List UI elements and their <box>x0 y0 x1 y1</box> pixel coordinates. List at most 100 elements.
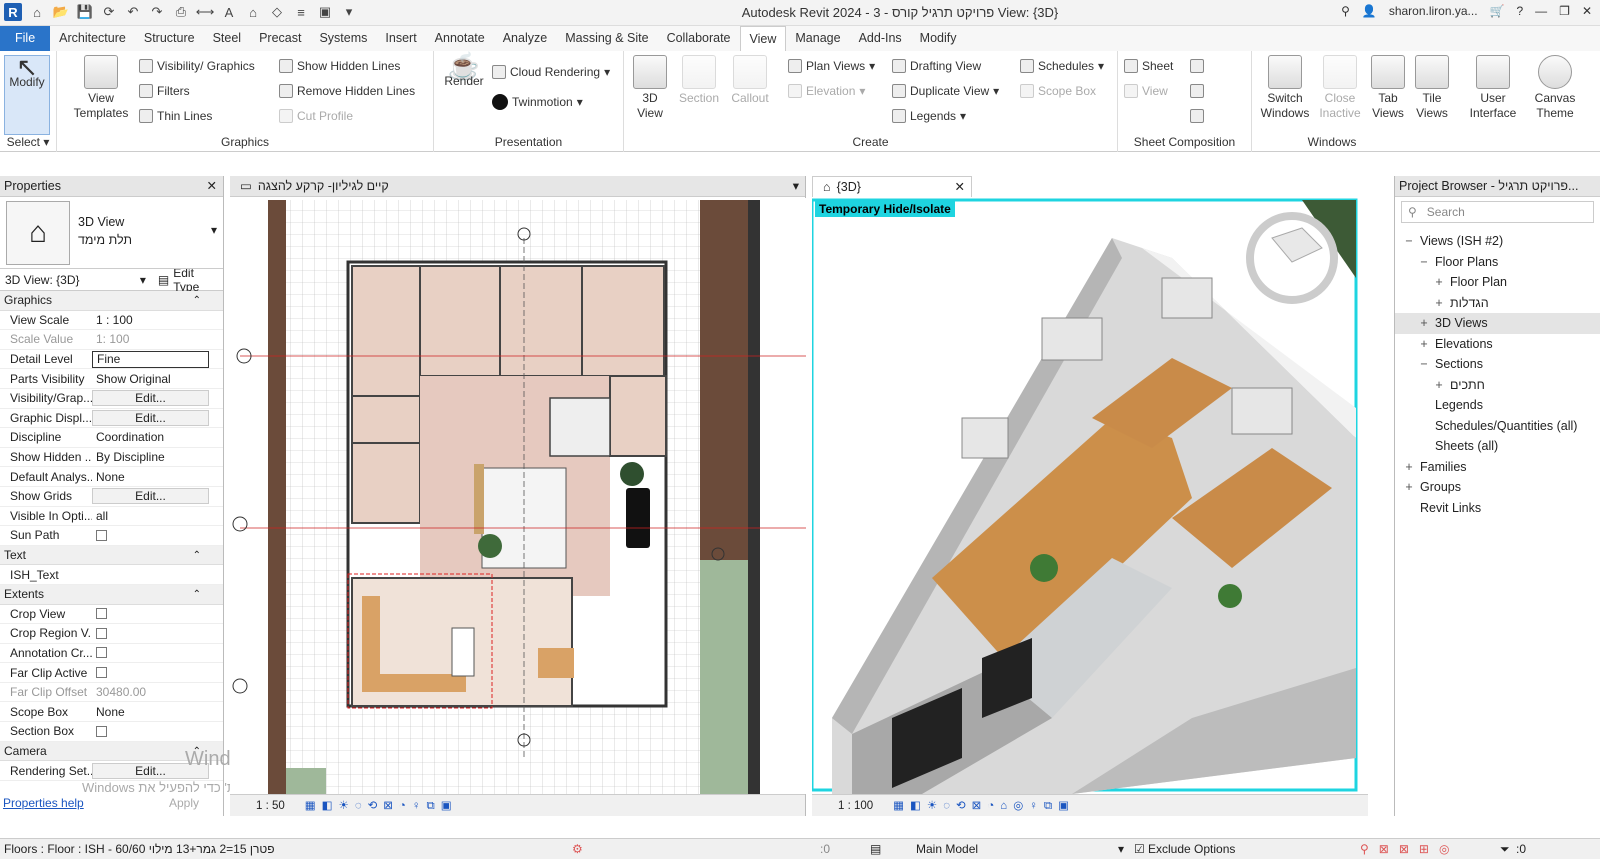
modify-button[interactable]: ↖ Modify <box>4 54 50 135</box>
apply-button[interactable]: Apply <box>169 792 199 814</box>
browser-node[interactable]: Legends <box>1395 395 1600 416</box>
selection-settings-icons[interactable]: ⚲⊠⊠⊞◎ <box>1360 839 1459 859</box>
schedules-button[interactable]: Schedules ▾ <box>1020 57 1104 75</box>
exclude-options-checkbox[interactable]: ☑ <box>1134 839 1145 859</box>
render-button[interactable]: ☕ Render <box>440 53 488 89</box>
tab-analyze[interactable]: Analyze <box>494 26 556 51</box>
filters-button[interactable]: Filters <box>139 82 190 100</box>
binoculars-icon[interactable]: ⚲ <box>1341 4 1350 18</box>
visibility-graphics-button[interactable]: Visibility/ Graphics <box>139 57 255 75</box>
browser-node[interactable]: − Sections <box>1395 354 1600 375</box>
expand-icon[interactable]: + <box>1433 375 1445 396</box>
worksets-icon[interactable]: ⚙ <box>572 839 583 859</box>
customize-qat-icon[interactable]: ▾ <box>340 3 358 21</box>
view-templates-button[interactable]: View Templates <box>71 55 131 121</box>
property-checkbox[interactable] <box>96 608 107 620</box>
type-selector[interactable]: ⌂ 3D View תלת מימד ▾ <box>0 197 223 269</box>
print-icon[interactable]: ⎙ <box>172 3 190 21</box>
tab-file[interactable]: File <box>0 26 51 51</box>
help-icon[interactable]: ? <box>1516 4 1523 18</box>
tab-manage[interactable]: Manage <box>786 26 849 51</box>
thin-lines-button[interactable]: Thin Lines <box>139 107 212 125</box>
edit-type-button[interactable]: Edit Type <box>173 266 223 294</box>
open-icon[interactable]: 📂 <box>52 3 70 21</box>
browser-node[interactable]: + חתכים <box>1395 375 1600 396</box>
scope-box-button[interactable]: Scope Box <box>1020 82 1096 100</box>
cart-icon[interactable]: 🛒 <box>1490 4 1505 18</box>
expand-icon[interactable]: + <box>1403 457 1415 478</box>
section-text[interactable]: Text <box>0 545 223 566</box>
close-inactive-button[interactable]: Close Inactive <box>1318 55 1362 121</box>
3d-view[interactable]: ⌂ {3D} ✕ Temporary Hide/Isolate 1 : 100 ▦◧☀… <box>812 176 1368 816</box>
browser-node[interactable]: + Groups <box>1395 477 1600 498</box>
floor-plan-view-tab[interactable]: ▭ קיים לגיליון- קרקע להצגה ▾ <box>230 176 805 197</box>
property-checkbox[interactable] <box>96 725 107 737</box>
sections-icon[interactable]: ◇ <box>268 3 286 21</box>
tab-structure[interactable]: Structure <box>135 26 204 51</box>
tab-systems[interactable]: Systems <box>310 26 376 51</box>
section-graphics[interactable]: Graphics <box>0 291 223 311</box>
user-interface-button[interactable]: User Interface <box>1464 55 1522 121</box>
revit-logo-icon[interactable]: R <box>4 3 22 21</box>
browser-node[interactable]: + Families <box>1395 457 1600 478</box>
floor-plan-scale[interactable]: 1 : 50 <box>256 800 285 812</box>
3d-view-scale[interactable]: 1 : 100 <box>838 800 873 812</box>
drafting-view-button[interactable]: Drafting View <box>892 57 981 75</box>
save-icon[interactable]: 💾 <box>76 3 94 21</box>
collapse-icon[interactable]: − <box>1418 354 1430 375</box>
tab-steel[interactable]: Steel <box>204 26 251 51</box>
browser-node[interactable]: Sheets (all) <box>1395 436 1600 457</box>
twinmotion-button[interactable]: Twinmotion ▾ <box>492 93 583 111</box>
property-checkbox[interactable] <box>96 667 107 679</box>
thin-lines-icon[interactable]: ≡ <box>292 3 310 21</box>
restore-icon[interactable]: ❐ <box>1559 4 1570 18</box>
sync-icon[interactable]: ⟳ <box>100 3 118 21</box>
tab-views-button[interactable]: Tab Views <box>1368 55 1408 121</box>
tab-view[interactable]: View <box>739 26 787 51</box>
main-model-select[interactable]: Main Model <box>916 839 978 859</box>
tile-views-button[interactable]: Tile Views <box>1412 55 1452 121</box>
cut-profile-button[interactable]: Cut Profile <box>279 107 353 125</box>
instance-selector[interactable]: 3D View: {3D} <box>0 273 140 287</box>
elevation-button[interactable]: Elevation ▾ <box>788 82 865 100</box>
3d-canvas[interactable] <box>812 198 1368 794</box>
expand-icon[interactable]: + <box>1418 334 1430 355</box>
collapse-icon[interactable]: − <box>1418 252 1430 273</box>
minimize-icon[interactable]: — <box>1535 4 1547 18</box>
main-model-dropdown-icon[interactable]: ▾ <box>1118 839 1124 859</box>
guide-grid-icon[interactable] <box>1190 107 1204 125</box>
browser-node[interactable]: + Floor Plan <box>1395 272 1600 293</box>
property-edit-button[interactable]: Edit... <box>92 390 209 407</box>
browser-node[interactable]: Revit Links <box>1395 498 1600 519</box>
select-dropdown[interactable]: Select ▾ <box>0 135 56 149</box>
expand-icon[interactable]: + <box>1433 272 1445 293</box>
place-view-button[interactable]: View <box>1124 82 1168 100</box>
3d-view-tab[interactable]: ⌂ {3D} ✕ <box>812 176 972 197</box>
show-hidden-lines-button[interactable]: Show Hidden Lines <box>279 57 400 75</box>
close-properties-icon[interactable]: ✕ <box>207 176 217 197</box>
canvas-theme-button[interactable]: Canvas Theme <box>1530 55 1580 121</box>
3d-view-button[interactable]: 3D View <box>630 55 670 121</box>
property-edit-button[interactable]: Edit... <box>92 488 209 505</box>
title-block-icon[interactable] <box>1190 57 1204 75</box>
collapse-icon[interactable]: − <box>1403 231 1415 252</box>
instance-dropdown-icon[interactable]: ▾ <box>140 273 146 287</box>
browser-node[interactable]: + הגדלות <box>1395 293 1600 314</box>
expand-icon[interactable]: + <box>1418 313 1430 334</box>
property-checkbox[interactable] <box>96 529 107 541</box>
tab-insert[interactable]: Insert <box>376 26 425 51</box>
design-options-icon[interactable]: ▤ <box>870 839 881 859</box>
browser-node[interactable]: + Elevations <box>1395 334 1600 355</box>
redo-icon[interactable]: ↷ <box>148 3 166 21</box>
property-edit-button[interactable]: Edit... <box>92 762 209 779</box>
tab-precast[interactable]: Precast <box>250 26 310 51</box>
user-icon[interactable]: 👤 <box>1362 4 1377 18</box>
callout-button[interactable]: Callout <box>726 55 774 106</box>
3d-view-icon[interactable]: ⌂ <box>244 3 262 21</box>
floor-plan-canvas[interactable] <box>230 198 806 794</box>
section-camera[interactable]: Camera <box>0 741 223 762</box>
expand-icon[interactable]: + <box>1403 477 1415 498</box>
section-extents[interactable]: Extents <box>0 584 223 605</box>
tab-modify[interactable]: Modify <box>911 26 966 51</box>
browser-search-input[interactable]: ⚲ Search <box>1401 201 1594 223</box>
